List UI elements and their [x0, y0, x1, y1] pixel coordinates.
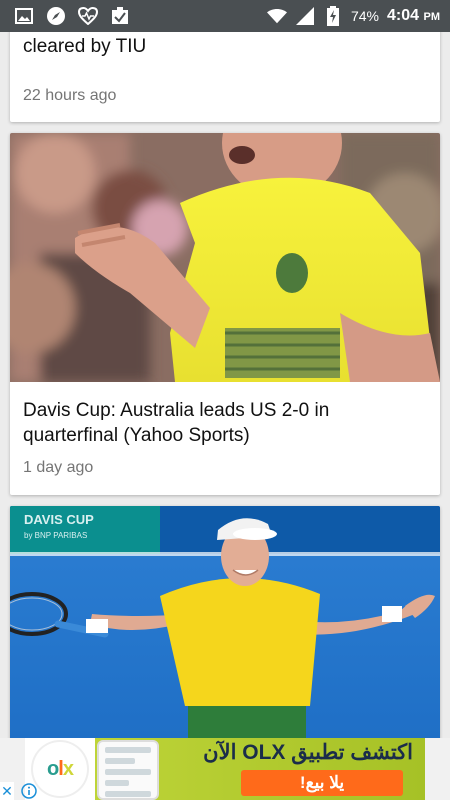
ad-creative[interactable]: olx اكتشف تطبيق OLX الآن يلا بيع! [25, 738, 425, 800]
news-timestamp: 1 day ago [23, 459, 94, 476]
notification-icons [14, 6, 130, 26]
news-card[interactable]: DAVIS CUP by BNP PARIBAS [10, 506, 440, 738]
health-icon [78, 6, 98, 26]
clock-ampm: PM [423, 11, 441, 23]
ad-info-icon[interactable] [20, 782, 38, 800]
news-headline[interactable]: Three suspicious matches at Australian O… [23, 32, 433, 59]
signal-icon [295, 6, 315, 26]
phone-illustration [97, 740, 159, 800]
davis-cup-logo-subtext: by BNP PARIBAS [24, 531, 87, 540]
compass-icon [46, 6, 66, 26]
system-icons: 74% 4:04 PM [266, 6, 440, 26]
ad-cta-button[interactable]: يلا بيع! [241, 770, 403, 796]
ad-banner[interactable]: olx اكتشف تطبيق OLX الآن يلا بيع! [0, 738, 450, 800]
ad-close-icon[interactable]: ✕ [0, 782, 14, 800]
status-bar: 74% 4:04 PM [0, 0, 450, 32]
wifi-icon [266, 6, 287, 26]
battery-charging-icon [323, 6, 343, 26]
news-feed[interactable]: Three suspicious matches at Australian O… [0, 32, 450, 738]
clock-time: 4:04 [387, 7, 420, 24]
news-headline[interactable]: Davis Cup: Australia leads US 2-0 in qua… [23, 398, 423, 448]
news-card[interactable]: Davis Cup: Australia leads US 2-0 in qua… [10, 133, 440, 495]
ad-headline: اكتشف تطبيق OLX الآن [203, 741, 413, 764]
task-icon [110, 6, 130, 26]
news-card[interactable]: Three suspicious matches at Australian O… [10, 32, 440, 122]
clock: 4:04 PM [387, 7, 440, 25]
olx-logo-mark: olx [33, 742, 87, 796]
battery-percentage: 74% [350, 8, 380, 24]
news-image[interactable] [10, 133, 440, 382]
news-timestamp: 22 hours ago [23, 87, 117, 104]
news-image[interactable]: DAVIS CUP by BNP PARIBAS [10, 506, 440, 738]
davis-cup-logo-text: DAVIS CUP [24, 512, 94, 527]
image-icon [14, 6, 34, 26]
